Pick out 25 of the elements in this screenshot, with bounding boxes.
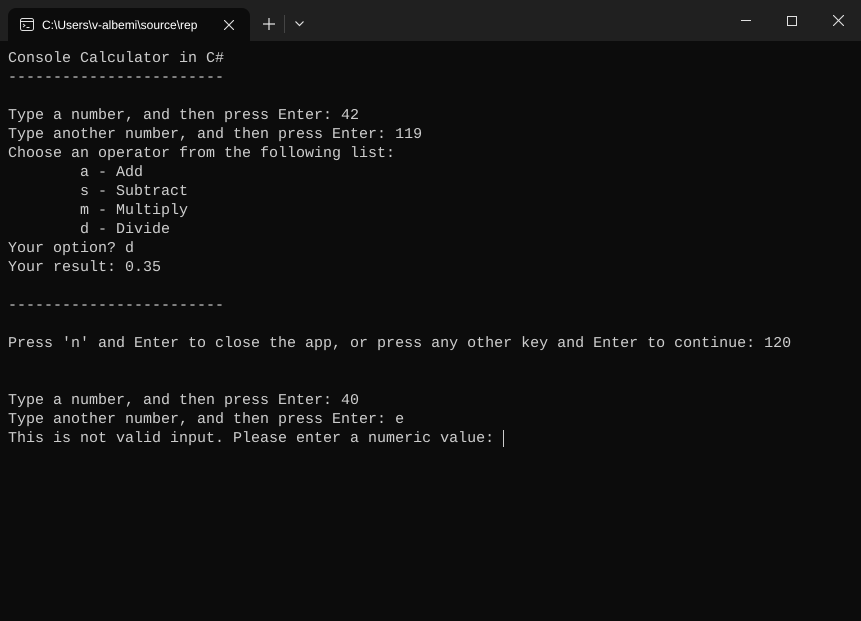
console-line: Choose an operator from the following list: (8, 144, 396, 163)
console-line: Console Calculator in C# (8, 49, 224, 68)
console-line: This is not valid input. Please enter a numeric value: (8, 429, 496, 448)
terminal-tab[interactable]: C:\Users\v-albemi\source\rep (8, 8, 250, 41)
caret-icon (294, 21, 304, 27)
console-line: Your result: 0.35 (8, 258, 162, 277)
console-line: ------------------------ (8, 296, 224, 315)
minimize-icon (741, 20, 751, 21)
close-icon (224, 20, 234, 30)
tab-title: C:\Users\v-albemi\source\rep (42, 16, 198, 34)
console-line: s - Subtract (79, 182, 188, 201)
plus-icon (263, 18, 275, 30)
console-line: Type another number, and then press Enter: 119 (8, 125, 422, 144)
console-line: Type another number, and then press Enter: e (8, 410, 404, 429)
console-line: a - Add (79, 163, 144, 182)
terminal-icon (20, 18, 34, 31)
console-line: Press 'n' and Enter to close the app, or press any other key and Enter to continue: 120 (8, 334, 792, 353)
console-line: ------------------------ (8, 68, 224, 87)
console-line: Type a number, and then press Enter: 40 (8, 391, 360, 410)
close-icon (832, 15, 844, 26)
console-line: m - Multiply (79, 201, 188, 220)
console-line: d - Divide (79, 220, 170, 239)
maximize-icon (787, 16, 797, 26)
console-line: Type a number, and then press Enter: 42 (8, 106, 360, 125)
console-line: Your option? d (8, 239, 134, 258)
